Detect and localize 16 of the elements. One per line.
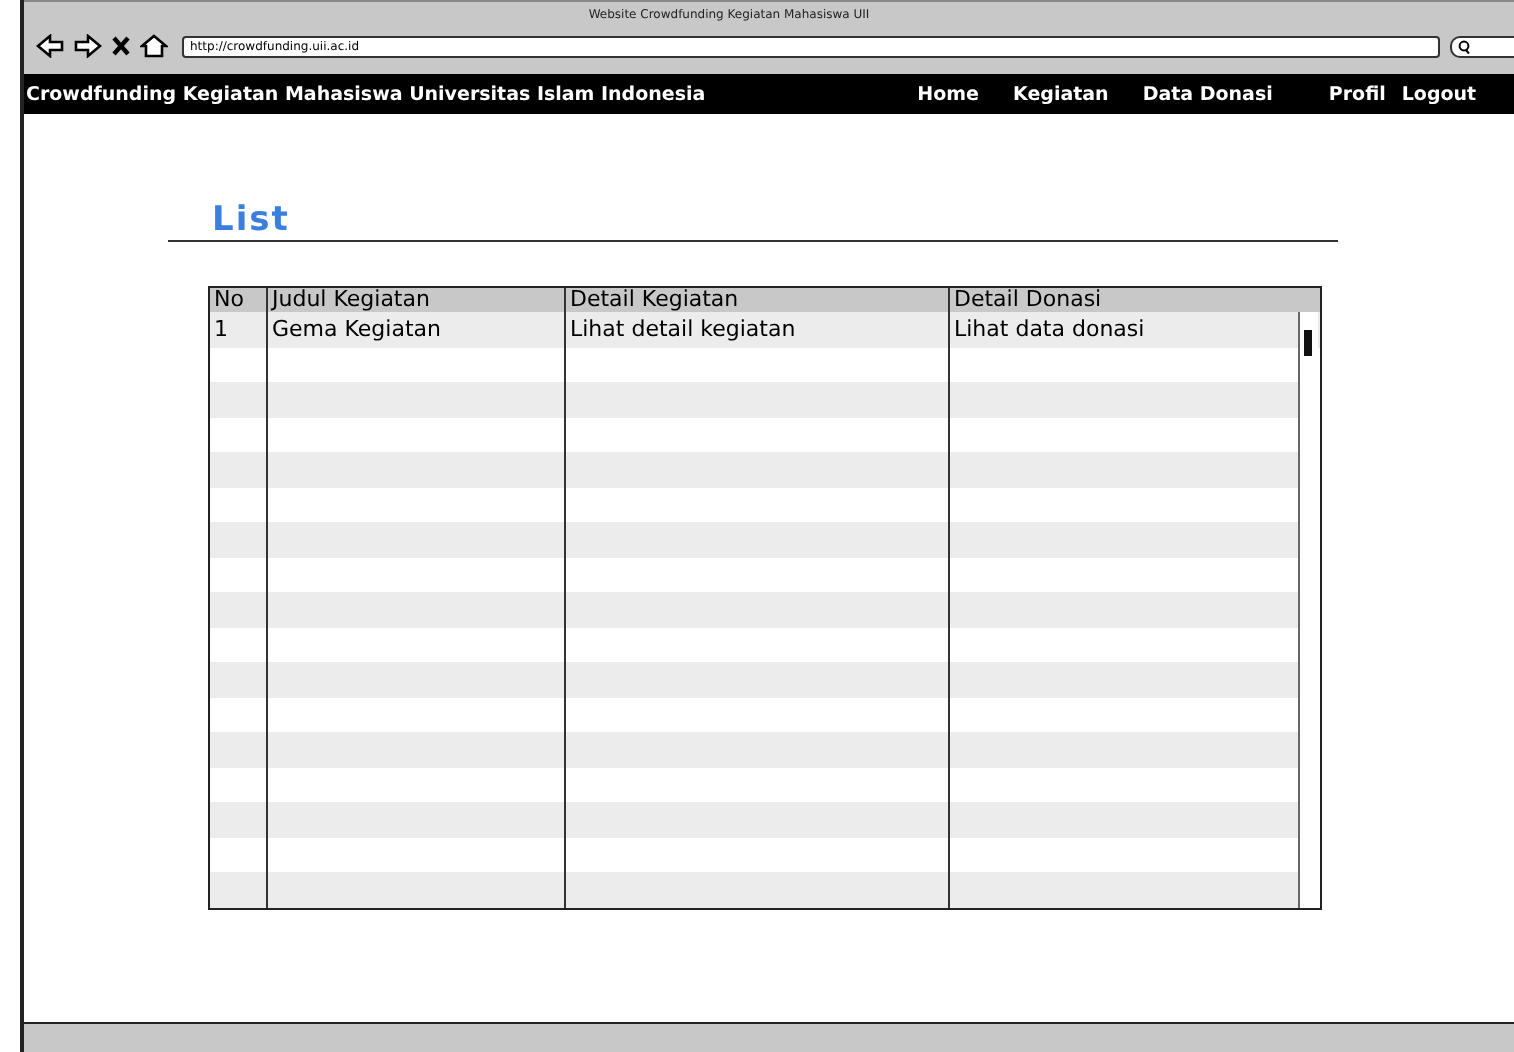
- table-cell-text: Lihat data donasi: [952, 314, 1147, 346]
- search-field[interactable]: [1450, 35, 1514, 57]
- back-icon[interactable]: [36, 34, 64, 58]
- column-header: Detail Donasi: [952, 288, 1104, 312]
- close-icon[interactable]: [112, 34, 130, 58]
- page-heading: List: [210, 202, 292, 238]
- nav-link[interactable]: Data Donasi: [1142, 83, 1273, 105]
- nav-link[interactable]: Logout: [1401, 83, 1477, 105]
- nav-link[interactable]: Kegiatan: [1013, 83, 1109, 105]
- home-icon[interactable]: [140, 34, 168, 58]
- search-icon: [1458, 39, 1470, 53]
- site-title: Crowdfunding Kegiatan Mahasiswa Universitas Islam Indonesia: [26, 83, 706, 105]
- nav-link[interactable]: Home: [917, 83, 979, 105]
- forward-icon[interactable]: [74, 34, 102, 58]
- nav-link[interactable]: Profil: [1328, 83, 1386, 105]
- scrollbar[interactable]: [1298, 312, 1318, 908]
